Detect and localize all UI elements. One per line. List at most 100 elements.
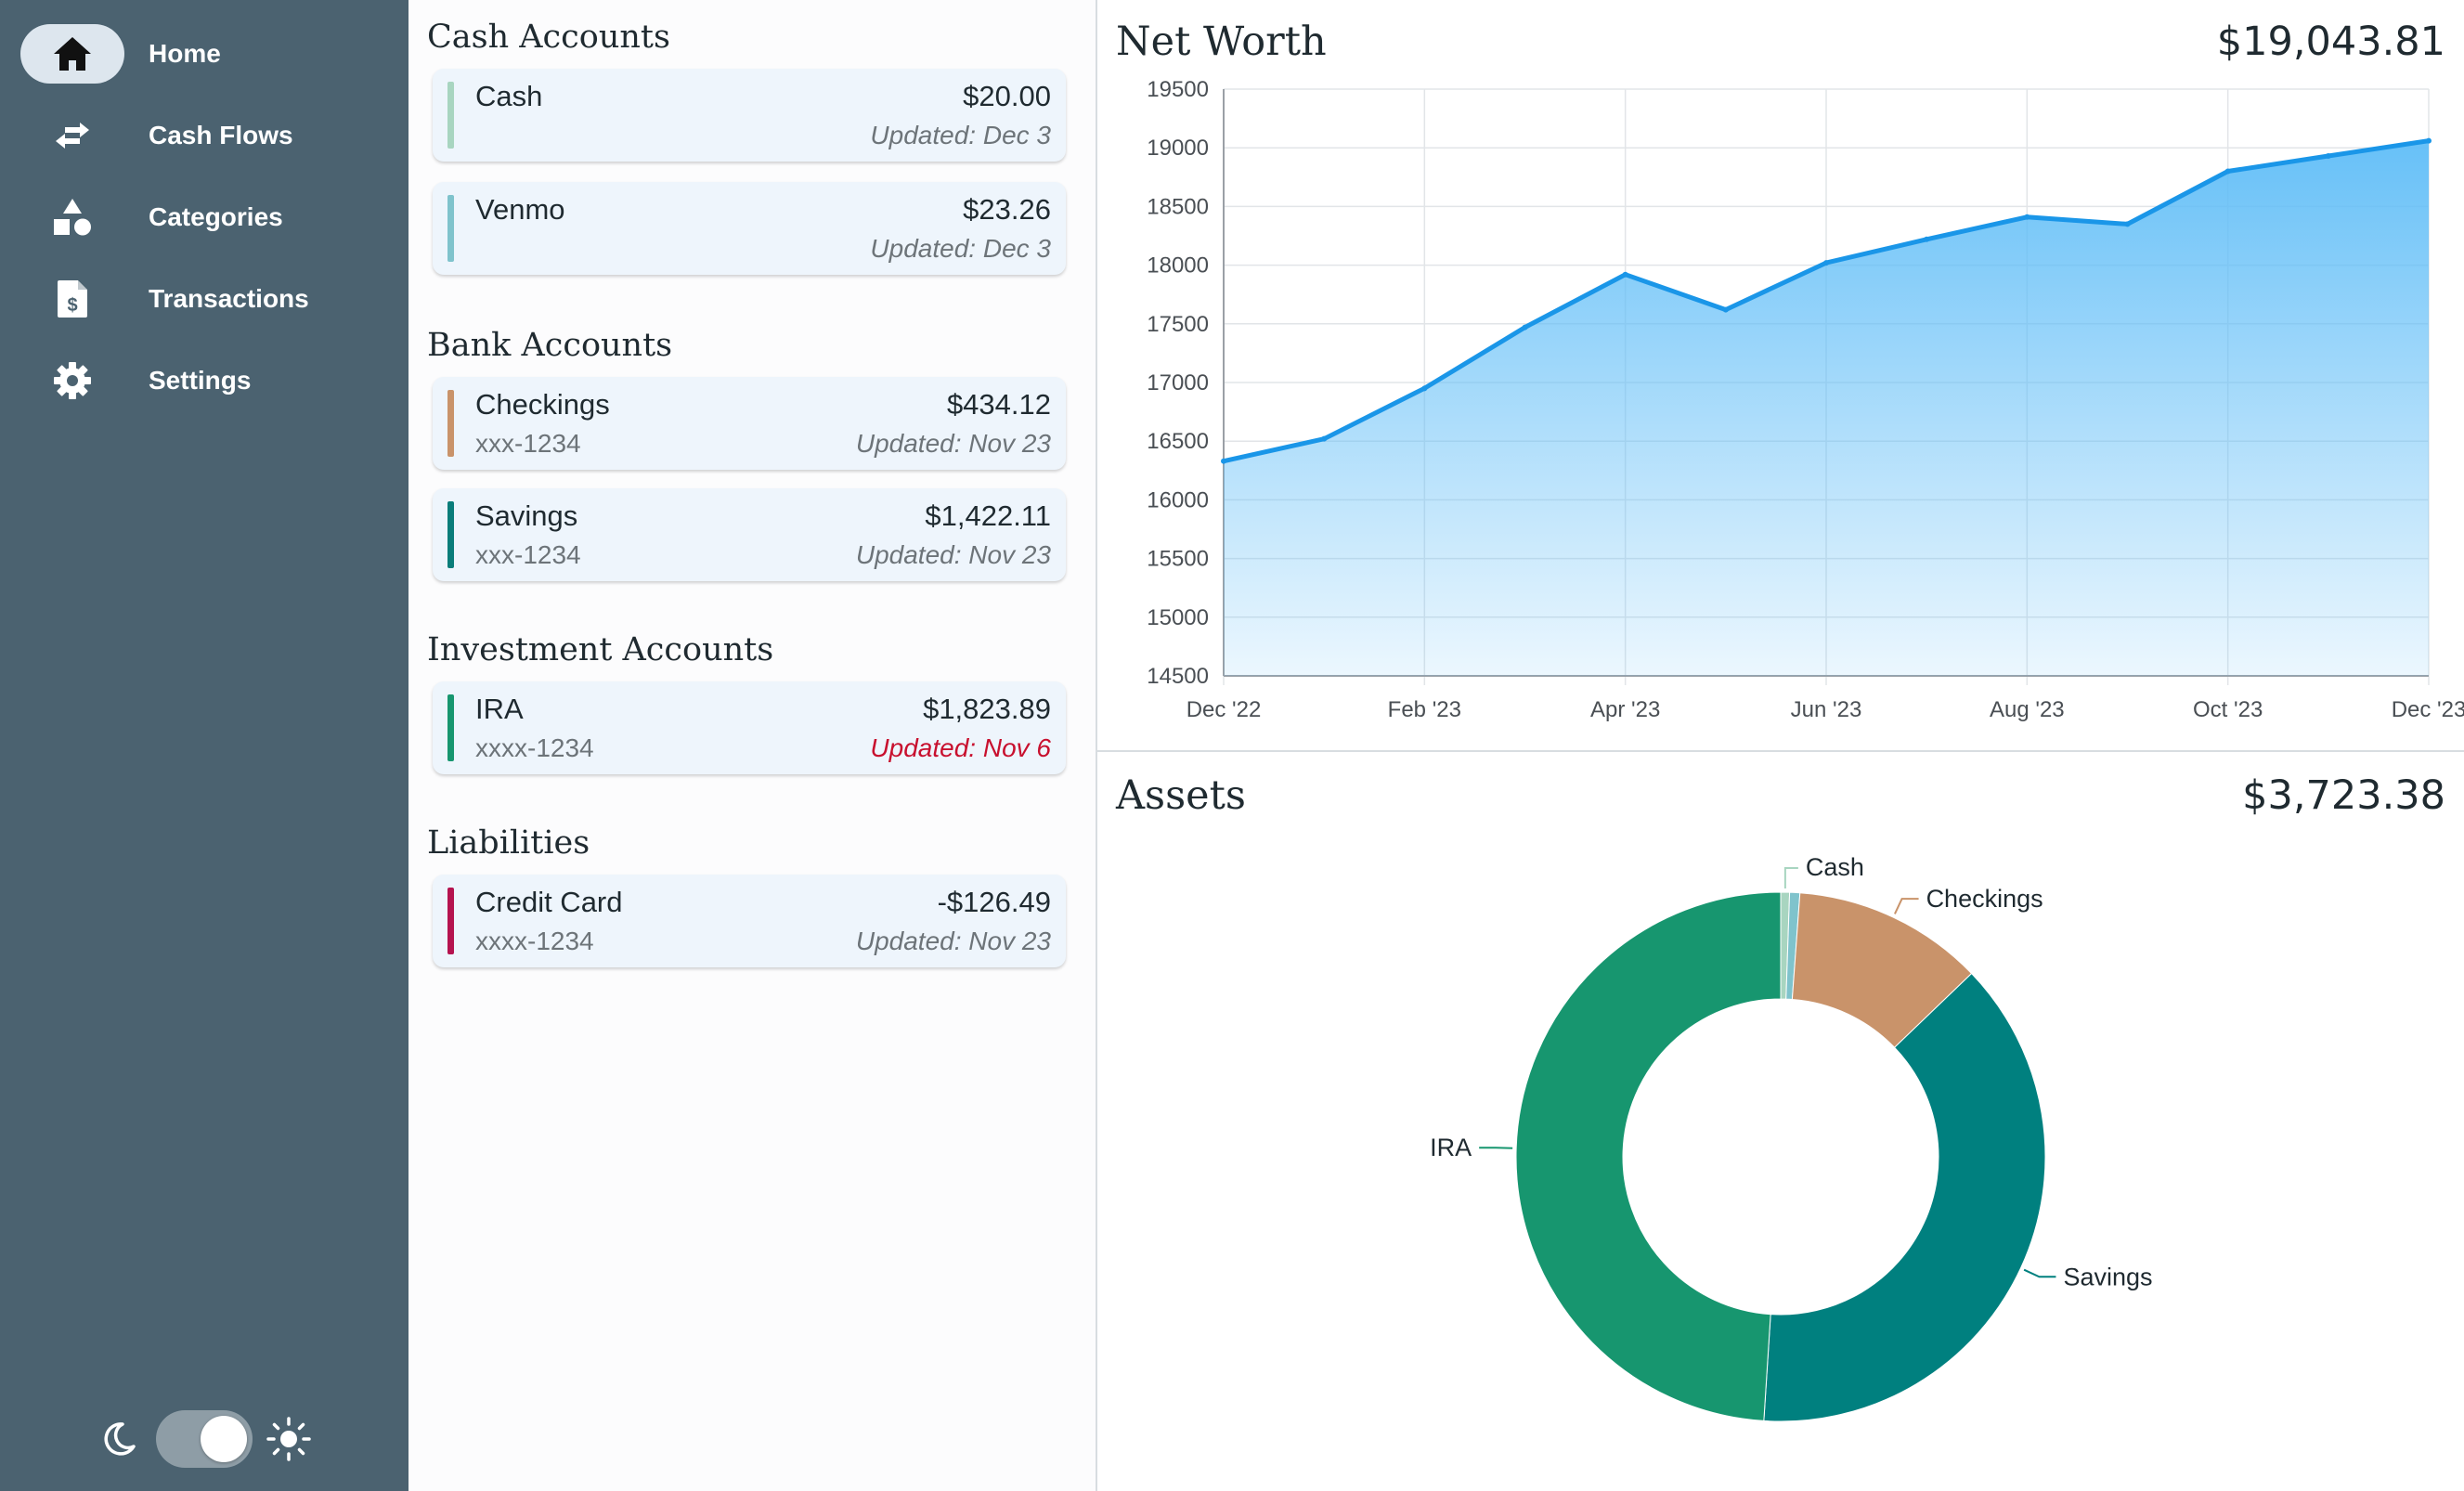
moon-icon [98, 1419, 139, 1464]
section-title-cash: Cash Accounts [427, 19, 670, 56]
home-icon [20, 24, 124, 84]
theme-switch-knob[interactable] [201, 1416, 247, 1462]
donut-slice-ira[interactable] [1515, 891, 1782, 1421]
account-updated-stale: Updated: Nov 6 [870, 733, 1051, 762]
sidebar-item-home[interactable]: Home [20, 24, 392, 84]
x-tick-label: Aug '23 [1990, 697, 2065, 722]
account-number: xxx-1234 [475, 540, 581, 569]
section-title-bank: Bank Accounts [427, 327, 673, 364]
x-tick-label: Apr '23 [1590, 697, 1660, 722]
net-worth-point [1421, 385, 1428, 392]
account-name: Venmo [475, 193, 565, 226]
net-worth-point [1823, 260, 1829, 266]
net-worth-title: Net Worth [1116, 19, 1327, 65]
x-tick-label: Dec '22 [1187, 697, 1262, 722]
sidebar-item-transactions[interactable]: $ Transactions [20, 269, 392, 329]
account-balance: $1,422.11 [925, 499, 1051, 532]
slice-label: IRA [1430, 1134, 1472, 1161]
net-worth-point [1722, 306, 1729, 313]
y-tick-label: 19000 [1147, 136, 1209, 161]
sidebar-item-categories[interactable]: Categories [20, 188, 392, 247]
slice-label: Checkings [1926, 885, 2043, 913]
theme-toggle [93, 1407, 316, 1472]
account-updated: Updated: Nov 23 [855, 429, 1051, 458]
section-title-investment: Investment Accounts [427, 631, 774, 668]
account-card-savings[interactable]: Savings $1,422.11 xxx-1234 Updated: Nov … [433, 488, 1066, 581]
slice-leader-line [2023, 1268, 2056, 1278]
net-worth-point [1622, 271, 1628, 278]
x-tick-label: Oct '23 [2193, 697, 2263, 722]
account-updated: Updated: Nov 23 [855, 540, 1051, 569]
y-tick-label: 19500 [1147, 77, 1209, 102]
account-card-venmo[interactable]: Venmo $23.26 Updated: Dec 3 [433, 182, 1066, 275]
account-color-bar [447, 501, 454, 568]
account-card-ira[interactable]: IRA $1,823.89 xxxx-1234 Updated: Nov 6 [433, 681, 1066, 774]
shapes-icon [20, 188, 124, 247]
account-color-bar [447, 195, 454, 262]
net-worth-point [2224, 168, 2231, 175]
net-worth-point [2325, 153, 2331, 160]
net-worth-point [1924, 236, 1930, 242]
sidebar: Home Cash Flows Categories $ Transaction… [0, 0, 409, 1491]
account-card-checkings[interactable]: Checkings $434.12 xxx-1234 Updated: Nov … [433, 377, 1066, 470]
y-tick-label: 16000 [1147, 487, 1209, 512]
assets-total: $3,723.38 [2242, 772, 2445, 819]
net-worth-point [1321, 435, 1328, 442]
donut-slice-savings[interactable] [1763, 972, 2046, 1422]
y-tick-label: 15000 [1147, 605, 1209, 630]
sidebar-item-label: Settings [149, 366, 252, 395]
account-name: Savings [475, 499, 578, 532]
section-title-liabilities: Liabilities [427, 824, 590, 862]
net-worth-total: $19,043.81 [2216, 19, 2445, 65]
x-tick-label: Dec '23 [2392, 697, 2464, 722]
y-tick-label: 17000 [1147, 370, 1209, 395]
assets-donut-chart[interactable]: Cash Checkings Savings IRA [1097, 836, 2464, 1485]
net-worth-chart[interactable]: 14500 15000 15500 16000 16500 17000 17500 18000… [1097, 74, 2464, 743]
sidebar-item-label: Categories [149, 202, 283, 231]
account-name: IRA [475, 693, 524, 725]
receipt-dollar-icon: $ [20, 269, 124, 329]
account-card-credit-card[interactable]: Credit Card -$126.49 xxxx-1234 Updated: … [433, 875, 1066, 967]
account-name: Credit Card [475, 886, 623, 918]
sun-icon [266, 1416, 312, 1467]
accounts-panel: Cash Accounts Cash $20.00 Updated: Dec 3… [409, 0, 1096, 1491]
account-color-bar [447, 390, 454, 457]
account-name: Cash [475, 80, 543, 112]
sidebar-item-label: Cash Flows [149, 121, 293, 149]
x-tick-label: Jun '23 [1791, 697, 1862, 722]
account-balance: $20.00 [963, 80, 1051, 112]
y-tick-label: 16500 [1147, 429, 1209, 454]
gear-icon [20, 351, 124, 410]
sidebar-item-label: Home [149, 39, 221, 68]
y-tick-label: 18000 [1147, 253, 1209, 279]
panel-divider [1097, 750, 2464, 752]
y-tick-label: 14500 [1147, 664, 1209, 689]
slice-label: Cash [1806, 853, 1864, 881]
sidebar-item-settings[interactable]: Settings [20, 351, 392, 410]
sidebar-item-label: Transactions [149, 284, 309, 313]
account-number: xxxx-1234 [475, 733, 594, 762]
account-name: Checkings [475, 388, 610, 421]
theme-switch[interactable] [156, 1410, 253, 1468]
account-balance: $1,823.89 [923, 693, 1051, 725]
y-tick-label: 17500 [1147, 312, 1209, 337]
account-updated: Updated: Dec 3 [870, 234, 1051, 263]
net-worth-point [1522, 324, 1528, 331]
swap-arrows-icon [20, 106, 124, 165]
y-tick-label: 15500 [1147, 547, 1209, 572]
x-tick-label: Feb '23 [1388, 697, 1461, 722]
account-balance: $23.26 [963, 193, 1051, 226]
account-updated: Updated: Dec 3 [870, 121, 1051, 149]
account-color-bar [447, 694, 454, 761]
account-color-bar [447, 82, 454, 149]
slice-leader-line [1783, 867, 1798, 889]
svg-text:$: $ [67, 295, 77, 316]
account-card-cash[interactable]: Cash $20.00 Updated: Dec 3 [433, 69, 1066, 162]
net-worth-point [2024, 214, 2030, 220]
account-updated: Updated: Nov 23 [855, 927, 1051, 955]
y-tick-label: 18500 [1147, 194, 1209, 219]
net-worth-point [1221, 458, 1226, 464]
net-worth-point [2124, 221, 2131, 227]
account-balance: $434.12 [946, 388, 1051, 421]
sidebar-item-cash-flows[interactable]: Cash Flows [20, 106, 392, 165]
